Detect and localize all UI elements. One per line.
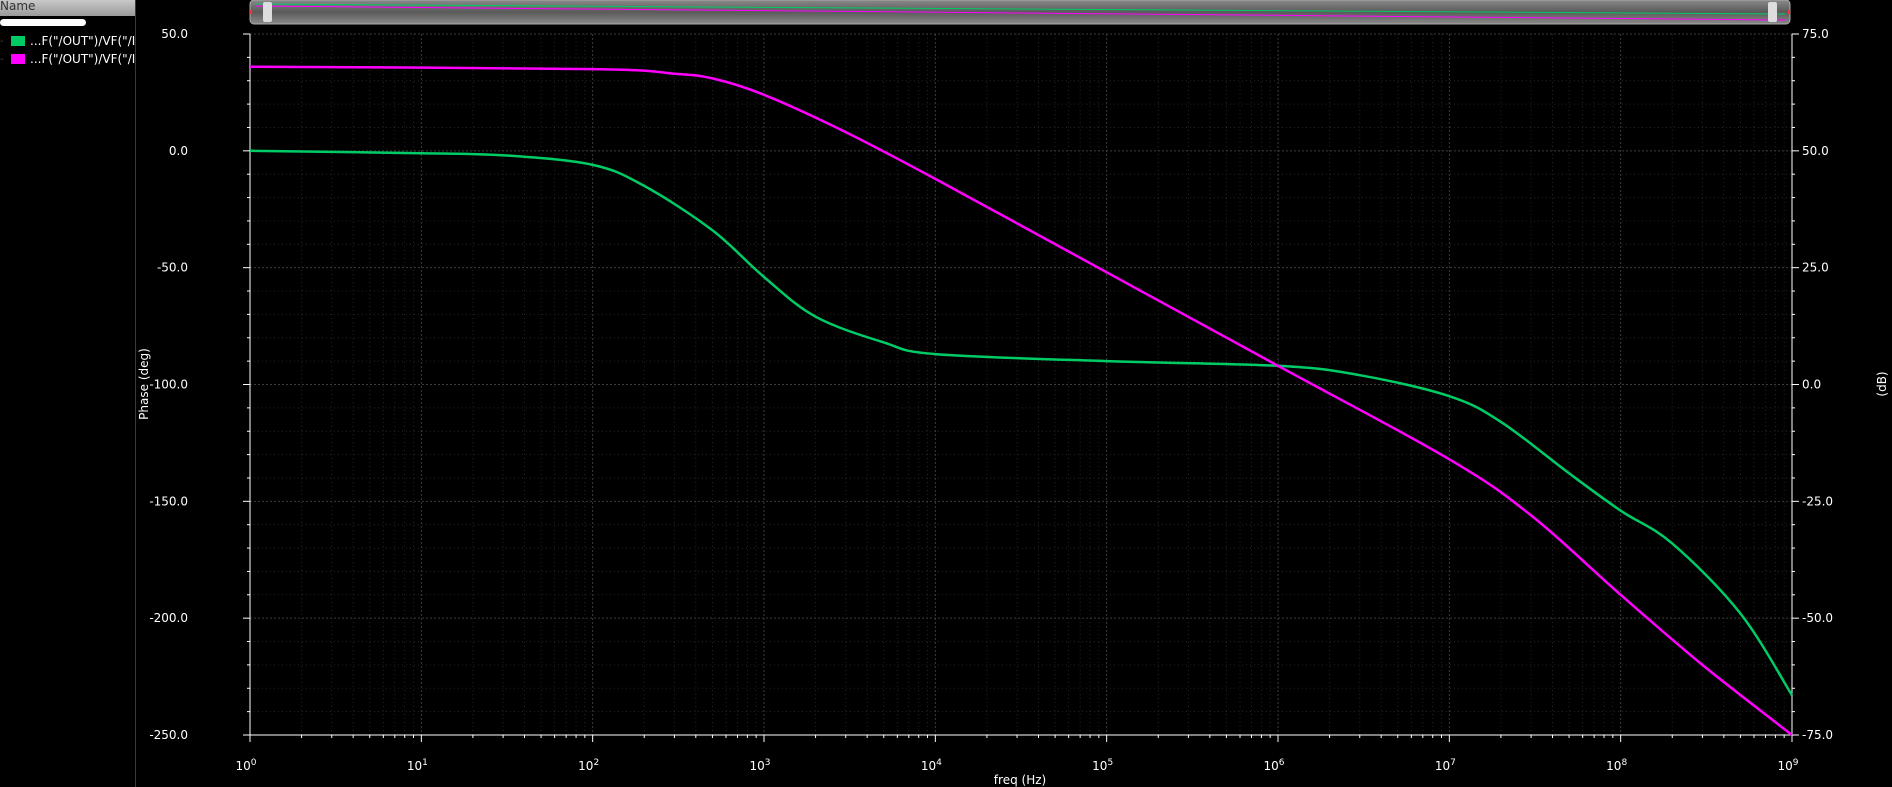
y-tick-label: 0.0 (169, 144, 188, 158)
y2-tick-label: 0.0 (1802, 378, 1821, 392)
x-tick-label: 102 (578, 758, 599, 773)
y2-tick-label: -25.0 (1802, 494, 1833, 508)
zoom-overview-bar[interactable] (249, 0, 1791, 25)
x-tick-label: 107 (1435, 758, 1456, 773)
x-tick-label: 103 (749, 758, 770, 773)
x-tick-label: 101 (407, 758, 428, 773)
y2-tick-label: -50.0 (1802, 611, 1833, 625)
y-axis-title: Phase (deg) (137, 348, 151, 420)
axes (243, 33, 1799, 742)
y-tick-label: -50.0 (157, 261, 188, 275)
overview-right-handle[interactable] (1768, 2, 1777, 22)
y-tick-label: 50.0 (161, 27, 188, 41)
grid (249, 33, 1793, 736)
x-tick-label: 105 (1092, 758, 1113, 773)
magnitude-trace-line (249, 65, 1793, 736)
y2-tick-label: 50.0 (1802, 144, 1829, 158)
overview-track[interactable] (249, 0, 1791, 25)
y-tick-label: -100.0 (149, 378, 188, 392)
x-tick-label: 106 (1263, 758, 1284, 773)
x-tick-label: 109 (1777, 758, 1798, 773)
x-tick-label: 104 (921, 758, 942, 773)
y2-tick-label: 75.0 (1802, 27, 1829, 41)
y-tick-label: -200.0 (149, 611, 188, 625)
y-tick-label: -250.0 (149, 728, 188, 742)
overview-left-handle[interactable] (263, 2, 272, 22)
x-axis-title: freq (Hz) (994, 773, 1046, 787)
labels: 50.0 0.0 -50.0 -100.0 -150.0 -200.0 -250.0 75.0… (137, 27, 1889, 787)
x-tick-label: 100 (235, 758, 256, 773)
y2-tick-label: -75.0 (1802, 728, 1833, 742)
series-layer (249, 65, 1794, 736)
y2-tick-label: 25.0 (1802, 261, 1829, 275)
y-tick-label: -150.0 (149, 494, 188, 508)
x-tick-label: 108 (1606, 758, 1627, 773)
y2-axis-title: (dB) (1875, 371, 1889, 396)
phase-trace-line (249, 149, 1794, 696)
bode-plot: 50.0 0.0 -50.0 -100.0 -150.0 -200.0 -250.0 75.0… (137, 0, 1889, 787)
